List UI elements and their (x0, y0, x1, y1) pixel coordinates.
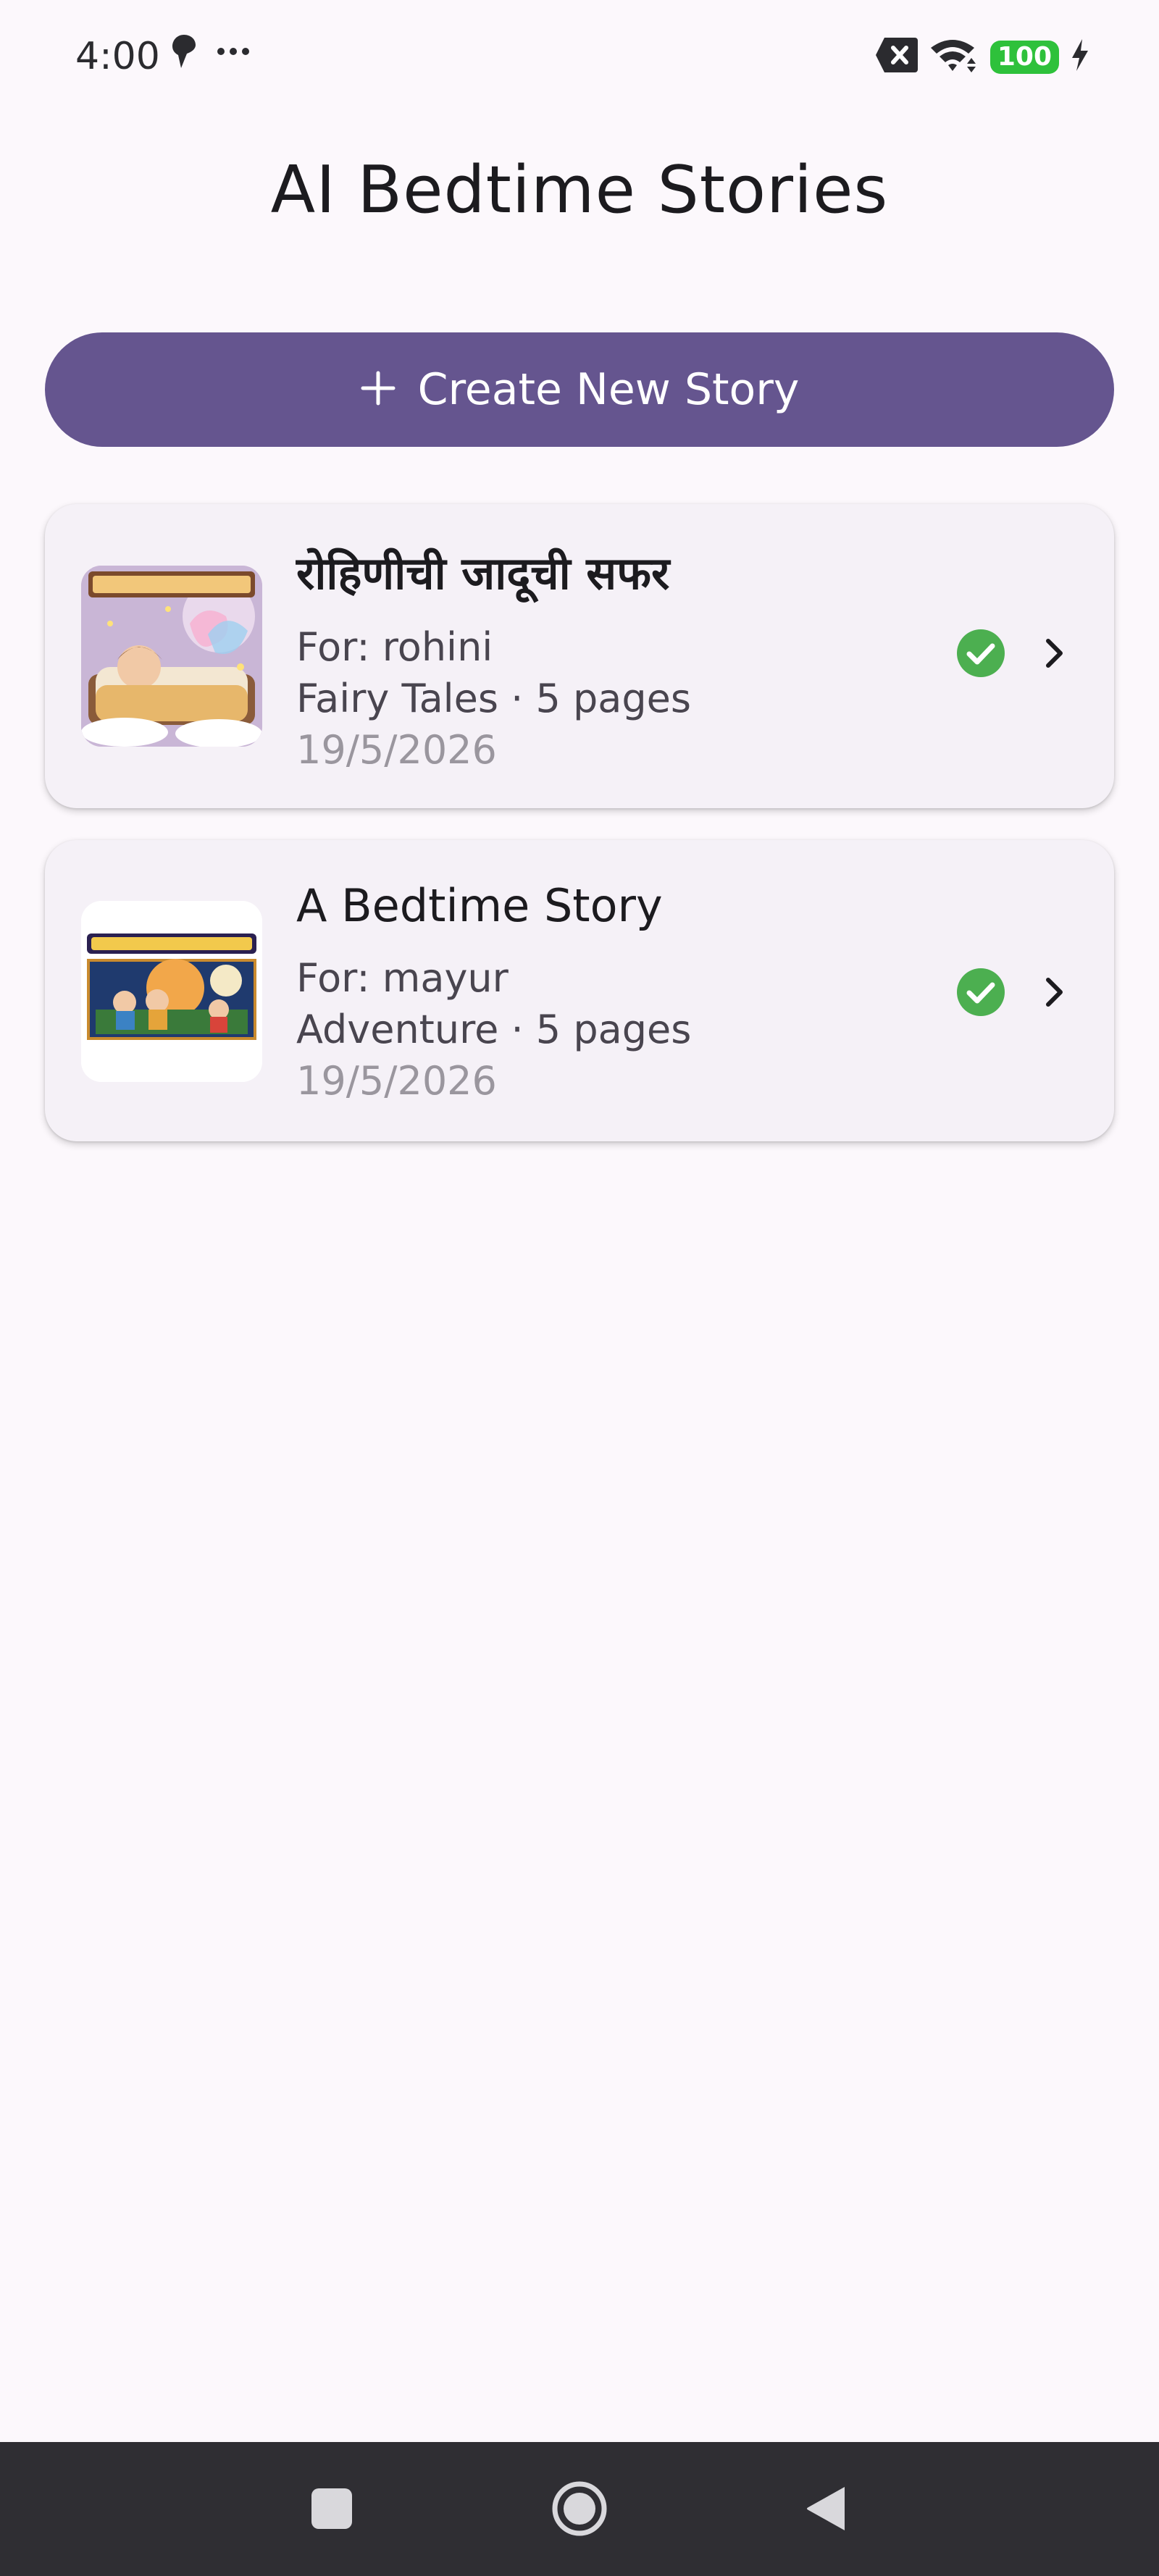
chevron-right-icon (1036, 635, 1072, 671)
chevron-right-icon (1036, 974, 1072, 1010)
system-navigation-bar (0, 2442, 1159, 2576)
story-date: 19/5/2026 (296, 727, 497, 773)
status-time: 4:00 (75, 35, 160, 78)
create-new-story-button[interactable]: Create New Story (45, 332, 1114, 447)
home-circle-icon[interactable] (551, 2480, 608, 2541)
check-circle-icon (956, 968, 1005, 1017)
check-circle-icon (956, 629, 1005, 678)
story-recipient: For: mayur (296, 955, 509, 1001)
story-date: 19/5/2026 (296, 1058, 497, 1104)
story-card[interactable]: A Bedtime Story For: mayur Adventure · 5… (45, 840, 1114, 1141)
status-right-icons: 100 (874, 36, 1089, 77)
more-dots-icon (216, 46, 251, 60)
story-meta: For: rohini Fairy Tales · 5 pages 19/5/2… (296, 621, 691, 776)
story-title: रोहिणीची जादूची सफर (296, 547, 670, 600)
status-bar: 4:00 100 (0, 0, 1159, 116)
location-pin-icon (171, 33, 197, 73)
story-meta: For: mayur Adventure · 5 pages 19/5/2026 (296, 952, 691, 1107)
story-genre-pages: Fairy Tales · 5 pages (296, 676, 692, 721)
story-title: A Bedtime Story (296, 879, 663, 932)
story-card[interactable]: रोहिणीची जादूची सफर For: rohini Fairy Ta… (45, 504, 1114, 808)
charging-icon (1069, 38, 1089, 76)
story-thumbnail (81, 566, 262, 747)
story-thumbnail (81, 901, 262, 1082)
story-genre-pages: Adventure · 5 pages (296, 1007, 692, 1052)
back-triangle-icon[interactable] (804, 2484, 848, 2537)
battery-icon: 100 (989, 40, 1059, 74)
page-title: AI Bedtime Stories (270, 152, 889, 228)
notification-blocked-icon (874, 36, 919, 77)
create-new-story-label: Create New Story (417, 364, 800, 415)
story-recipient: For: rohini (296, 624, 493, 670)
wifi-icon (929, 36, 980, 77)
plus-icon (360, 370, 396, 410)
recents-square-icon[interactable] (310, 2487, 353, 2534)
status-left-icons (171, 33, 251, 73)
